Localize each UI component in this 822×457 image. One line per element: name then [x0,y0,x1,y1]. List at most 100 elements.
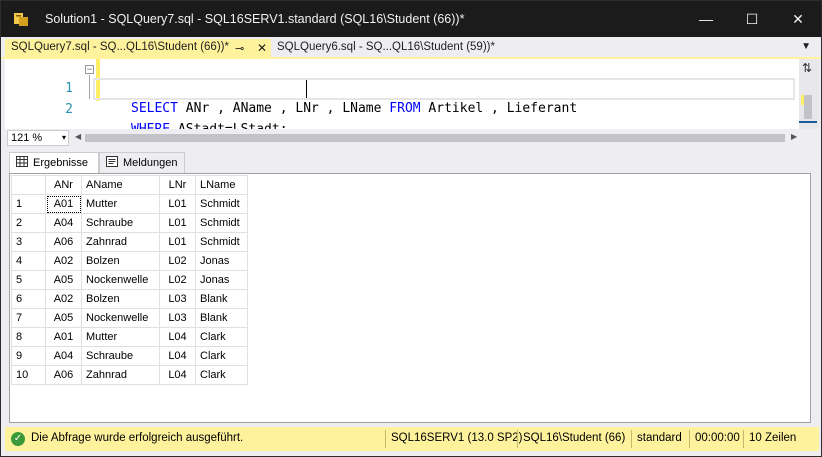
table-cell[interactable]: L04 [159,327,196,347]
table-cell[interactable]: Clark [195,327,248,347]
row-number[interactable]: 7 [11,308,46,328]
zoom-select[interactable]: 121 % ▾ [7,130,69,146]
editor-vertical-scrollbar[interactable]: ⇅ [799,59,819,129]
title-bar[interactable]: Solution1 - SQLQuery7.sql - SQL16SERV1.s… [1,1,821,37]
table-cell[interactable]: L02 [159,251,196,271]
sql-text: Artikel , Lieferant [420,101,578,116]
code-text: SELECT ANr , AName , LNr , LName FROM Ar… [131,99,577,119]
table-cell[interactable]: A04 [45,213,82,233]
tab-results[interactable]: Ergebnisse [9,152,99,173]
table-cell[interactable]: A01 [45,194,82,214]
table-cell[interactable]: Schmidt [195,213,248,233]
row-number[interactable]: 8 [11,327,46,347]
tab-label: Meldungen [123,157,178,169]
table-cell[interactable]: L04 [159,365,196,385]
table-cell[interactable]: Nockenwelle [81,270,160,290]
tab-sqlquery6[interactable]: SQLQuery6.sql - SQ...QL16\Student (59))* [271,39,501,58]
table-cell[interactable]: L01 [159,213,196,233]
table-cell[interactable]: L03 [159,289,196,309]
table-row[interactable]: 7 A05 Nockenwelle L03 Blank [11,308,248,328]
scroll-left-icon[interactable]: ◀ [75,132,81,141]
table-cell[interactable]: A01 [45,327,82,347]
row-number[interactable]: 9 [11,346,46,366]
table-cell[interactable]: L01 [159,232,196,252]
split-icon[interactable]: ⇅ [802,61,812,75]
minimize-button[interactable]: — [683,1,729,37]
column-header[interactable]: LName [195,175,248,195]
scroll-right-icon[interactable]: ▶ [791,132,797,141]
table-cell[interactable]: A06 [45,232,82,252]
table-row[interactable]: 3 A06 Zahnrad L01 Schmidt [11,232,248,252]
table-cell[interactable]: L04 [159,346,196,366]
table-cell[interactable]: Schmidt [195,232,248,252]
row-number[interactable]: 3 [11,232,46,252]
header-row: ANr AName LNr LName [11,175,248,195]
code-line[interactable]: 2 WHERE AStadt=LStadt; [5,80,795,137]
code-line[interactable]: 1 SELECT ANr , AName , LNr , LName FROM … [5,59,795,116]
table-cell[interactable]: Bolzen [81,251,160,271]
table-row[interactable]: 4 A02 Bolzen L02 Jonas [11,251,248,271]
table-cell[interactable]: A04 [45,346,82,366]
tab-messages[interactable]: Meldungen [99,152,185,173]
table-cell[interactable]: Schraube [81,346,160,366]
table-cell[interactable]: Nockenwelle [81,308,160,328]
pin-icon[interactable]: ⊸ [235,42,244,55]
table-cell[interactable]: A02 [45,251,82,271]
table-row[interactable]: 1 A01 Mutter L01 Schmidt [11,194,248,214]
close-tab-icon[interactable]: ✕ [257,41,267,55]
table-cell[interactable]: Jonas [195,251,248,271]
column-header[interactable]: LNr [159,175,196,195]
table-cell[interactable]: Clark [195,346,248,366]
table-row[interactable]: 5 A05 Nockenwelle L02 Jonas [11,270,248,290]
column-header[interactable]: AName [81,175,160,195]
table-cell[interactable]: Zahnrad [81,232,160,252]
scroll-thumb[interactable] [804,95,812,119]
table-cell[interactable]: Bolzen [81,289,160,309]
table-cell[interactable]: Mutter [81,327,160,347]
table-cell[interactable]: Zahnrad [81,365,160,385]
row-number[interactable]: 5 [11,270,46,290]
line-number: 2 [65,102,73,117]
status-bar: ✓ Die Abfrage wurde erfolgreich ausgefüh… [5,427,819,451]
query-editor[interactable]: − 1 SELECT ANr , AName , LNr , LName FRO… [5,59,819,137]
tab-label: SQLQuery7.sql - SQ...QL16\Student (66))* [11,41,229,53]
row-number[interactable]: 1 [11,194,46,214]
tab-list-dropdown-icon[interactable]: ▼ [801,41,811,52]
table-row[interactable]: 8 A01 Mutter L04 Clark [11,327,248,347]
column-header[interactable] [11,175,46,195]
table-cell[interactable]: A02 [45,289,82,309]
table-cell[interactable]: Schmidt [195,194,248,214]
chevron-down-icon[interactable]: ▾ [62,131,66,145]
table-cell[interactable]: Mutter [81,194,160,214]
status-divider [689,430,690,448]
table-cell[interactable]: L02 [159,270,196,290]
table-row[interactable]: 10 A06 Zahnrad L04 Clark [11,365,248,385]
tab-label: SQLQuery6.sql - SQ...QL16\Student (59))* [277,41,495,53]
table-cell[interactable]: Blank [195,289,248,309]
close-window-button[interactable]: ✕ [775,1,821,37]
table-cell[interactable]: A06 [45,365,82,385]
document-tab-strip: SQLQuery7.sql - SQ...QL16\Student (66))*… [1,37,821,59]
table-cell[interactable]: A05 [45,270,82,290]
row-number[interactable]: 6 [11,289,46,309]
status-server: SQL16SERV1 (13.0 SP2) [391,432,523,444]
table-cell[interactable]: Clark [195,365,248,385]
row-number[interactable]: 10 [11,365,46,385]
table-row[interactable]: 9 A04 Schraube L04 Clark [11,346,248,366]
row-number[interactable]: 2 [11,213,46,233]
row-number[interactable]: 4 [11,251,46,271]
table-cell[interactable]: L03 [159,308,196,328]
table-cell[interactable]: Schraube [81,213,160,233]
table-row[interactable]: 2 A04 Schraube L01 Schmidt [11,213,248,233]
column-header[interactable]: ANr [45,175,82,195]
table-cell[interactable]: L01 [159,194,196,214]
table-cell[interactable]: Jonas [195,270,248,290]
horizontal-scroll-thumb[interactable] [85,134,785,142]
table-cell[interactable]: Blank [195,308,248,328]
zoom-bar: 121 % ▾ ◀ ▶ [5,129,819,147]
maximize-button[interactable]: ☐ [729,1,775,37]
results-grid[interactable]: ANr AName LNr LName 1 A01 Mutter L01 Sch… [9,173,811,423]
tab-sqlquery7[interactable]: SQLQuery7.sql - SQ...QL16\Student (66))*… [5,39,271,58]
table-row[interactable]: 6 A02 Bolzen L03 Blank [11,289,248,309]
table-cell[interactable]: A05 [45,308,82,328]
